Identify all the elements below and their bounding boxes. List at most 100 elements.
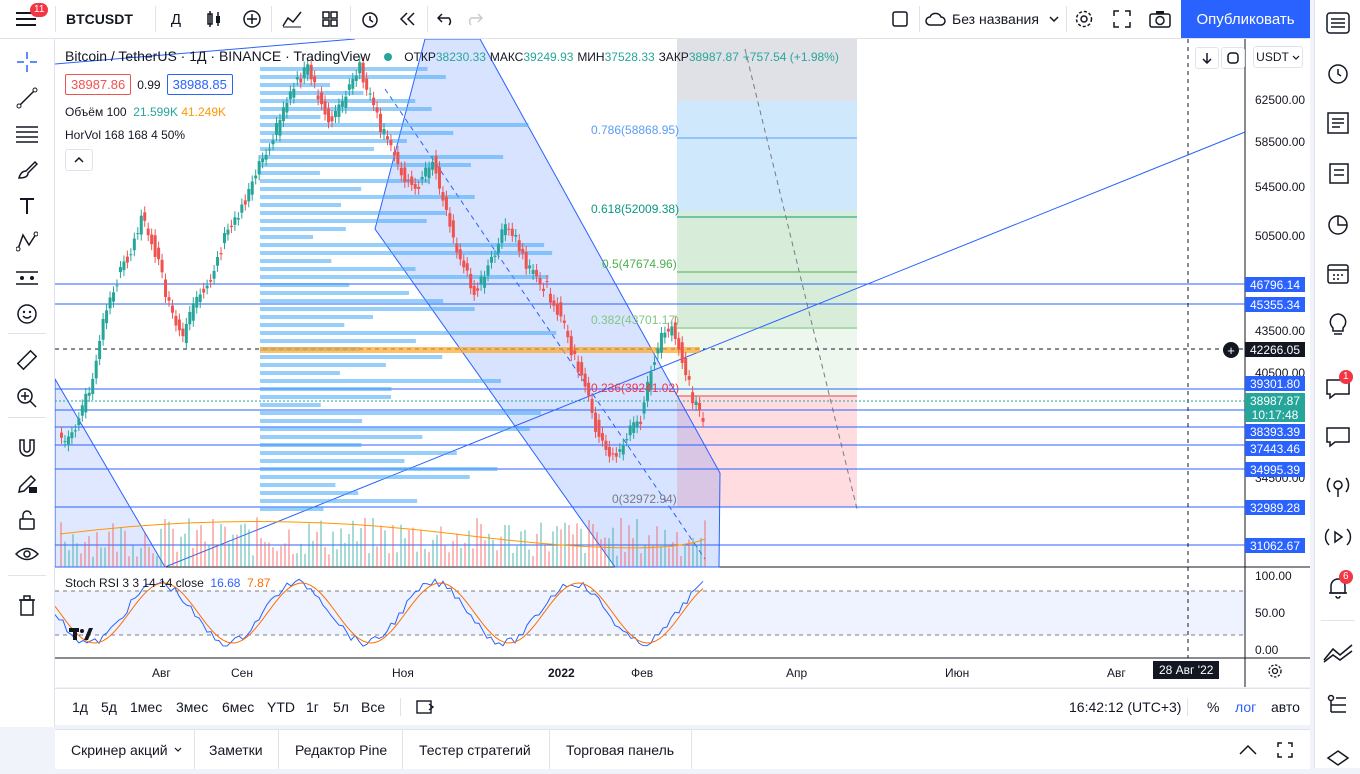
symbol-search[interactable]: BTCUSDT bbox=[60, 0, 146, 38]
stoch-k-value: 16.68 bbox=[210, 576, 241, 590]
volume-profile-bar bbox=[260, 227, 346, 231]
interval-button[interactable]: Д bbox=[160, 0, 192, 38]
remove-drawings-tool[interactable] bbox=[10, 591, 44, 621]
replay-button[interactable] bbox=[392, 0, 424, 38]
candle-body bbox=[500, 229, 504, 243]
prediction-tool[interactable] bbox=[10, 263, 44, 293]
axis-settings-button[interactable] bbox=[1267, 663, 1283, 682]
news-button[interactable] bbox=[1323, 158, 1353, 188]
clock-timezone[interactable]: 16:42:12 (UTC+3) bbox=[1069, 689, 1181, 725]
volume-profile-bar bbox=[260, 155, 504, 159]
auto-scale-toggle[interactable]: авто bbox=[1271, 689, 1300, 725]
candle-body bbox=[670, 326, 674, 336]
range-1m[interactable]: 1мес bbox=[130, 689, 162, 725]
symbol-title[interactable]: Bitcoin / TetherUS · 1Д · BINANCE · Trad… bbox=[65, 48, 370, 64]
sell-button[interactable]: 38987.86 bbox=[65, 74, 132, 95]
brush-tool[interactable] bbox=[10, 155, 44, 185]
chevron-up-icon bbox=[74, 157, 84, 163]
pattern-tool[interactable] bbox=[10, 227, 44, 257]
stay-drawing-tool[interactable] bbox=[10, 469, 44, 499]
chart-type-button[interactable] bbox=[198, 0, 230, 38]
ideas-button[interactable] bbox=[1323, 310, 1353, 340]
goto-date-button[interactable] bbox=[416, 689, 436, 725]
spread-value: 0.99 bbox=[137, 77, 161, 92]
indicators-button[interactable] bbox=[276, 0, 308, 38]
compare-button[interactable] bbox=[236, 0, 268, 38]
crosshair-icon bbox=[17, 52, 37, 72]
maximize-panel-button[interactable] bbox=[1277, 730, 1293, 769]
volume-legend[interactable]: Объём 100 21.599K 41.249K bbox=[65, 105, 226, 119]
time-axis-label: Апр bbox=[786, 666, 808, 680]
currency-select[interactable]: USDT bbox=[1253, 46, 1303, 68]
volume-profile-bar bbox=[260, 211, 446, 215]
range-6m[interactable]: 6мес bbox=[222, 689, 254, 725]
icons-tool[interactable] bbox=[10, 299, 44, 329]
play-circle-icon bbox=[1324, 528, 1352, 546]
watchlist-button[interactable] bbox=[1323, 8, 1353, 38]
range-1d[interactable]: 1д bbox=[72, 689, 88, 725]
tab-stock-screener[interactable]: Скринер акций bbox=[71, 730, 182, 769]
publish-button[interactable]: Опубликовать bbox=[1181, 0, 1310, 38]
layers-button[interactable] bbox=[1323, 744, 1353, 774]
trading-panel-button[interactable] bbox=[1323, 638, 1353, 668]
pencil-lock-icon bbox=[18, 474, 37, 493]
replay-stream-button[interactable] bbox=[1323, 522, 1353, 552]
range-5y[interactable]: 5л bbox=[333, 689, 349, 725]
alert-button[interactable] bbox=[354, 0, 386, 38]
measure-tool[interactable] bbox=[10, 345, 44, 375]
tradingview-logo[interactable] bbox=[67, 624, 95, 646]
range-5d[interactable]: 5д bbox=[101, 689, 117, 725]
alerts-panel-button[interactable] bbox=[1323, 58, 1353, 88]
scroll-to-latest-button[interactable] bbox=[1195, 47, 1219, 69]
calendar-button[interactable] bbox=[1323, 258, 1353, 288]
candle-body bbox=[552, 300, 556, 306]
candle-body bbox=[392, 152, 396, 156]
collapse-legend-button[interactable] bbox=[65, 149, 93, 171]
log-scale-toggle[interactable]: лог bbox=[1235, 689, 1256, 725]
reset-chart-button[interactable] bbox=[1221, 47, 1245, 69]
range-ytd[interactable]: YTD bbox=[267, 689, 295, 725]
snapshot-button[interactable] bbox=[1144, 0, 1176, 38]
buy-button[interactable]: 38988.85 bbox=[166, 74, 233, 95]
private-chats-button[interactable] bbox=[1323, 422, 1353, 452]
zoom-tool[interactable] bbox=[10, 383, 44, 413]
percent-scale-toggle[interactable]: % bbox=[1207, 689, 1219, 725]
object-tree-button[interactable] bbox=[1323, 690, 1353, 720]
candle-body bbox=[469, 273, 473, 289]
layout-name-button[interactable]: Без названия bbox=[924, 0, 1064, 38]
redo-button[interactable] bbox=[458, 0, 490, 38]
add-alert-plus-icon[interactable]: + bbox=[1223, 342, 1239, 358]
candle-body bbox=[247, 188, 251, 202]
volume-bar bbox=[280, 545, 282, 567]
text-tool[interactable] bbox=[10, 191, 44, 221]
volume-profile-bar bbox=[260, 291, 410, 295]
tab-pine-editor[interactable]: Редактор Pine bbox=[295, 730, 387, 769]
templates-button[interactable] bbox=[314, 0, 346, 38]
magnet-tool[interactable] bbox=[10, 433, 44, 463]
stoch-legend[interactable]: Stoch RSI 3 3 14 14 close 16.68 7.87 bbox=[65, 576, 270, 590]
range-1y[interactable]: 1г bbox=[306, 689, 319, 725]
tab-strategy-tester[interactable]: Тестер стратегий bbox=[419, 730, 531, 769]
fullscreen-layout-button[interactable] bbox=[884, 0, 916, 38]
volume-bar bbox=[164, 519, 166, 567]
chart-area[interactable]: Bitcoin / TetherUS · 1Д · BINANCE · Trad… bbox=[55, 39, 1310, 687]
fullscreen-button[interactable] bbox=[1106, 0, 1138, 38]
data-window-button[interactable] bbox=[1323, 108, 1353, 138]
range-3m[interactable]: 3мес bbox=[176, 689, 208, 725]
volume-bar bbox=[660, 547, 662, 567]
lock-drawings-tool[interactable] bbox=[10, 505, 44, 535]
streams-button[interactable] bbox=[1323, 472, 1353, 502]
fib-tool[interactable] bbox=[10, 119, 44, 149]
trendline-tool[interactable] bbox=[10, 83, 44, 113]
horvol-legend[interactable]: HorVol 168 168 4 50% bbox=[65, 128, 185, 142]
hide-drawings-tool[interactable] bbox=[10, 539, 44, 569]
tab-notes[interactable]: Заметки bbox=[209, 730, 263, 769]
volume-bar bbox=[512, 553, 514, 567]
tab-trading-panel[interactable]: Торговая панель bbox=[566, 730, 674, 769]
expand-panel-button[interactable] bbox=[1239, 730, 1257, 769]
range-all[interactable]: Все bbox=[361, 689, 385, 725]
hotlists-button[interactable] bbox=[1323, 210, 1353, 240]
settings-button[interactable] bbox=[1068, 0, 1100, 38]
bar-countdown: 10:17:48 bbox=[1245, 407, 1305, 422]
crosshair-tool[interactable] bbox=[10, 47, 44, 77]
